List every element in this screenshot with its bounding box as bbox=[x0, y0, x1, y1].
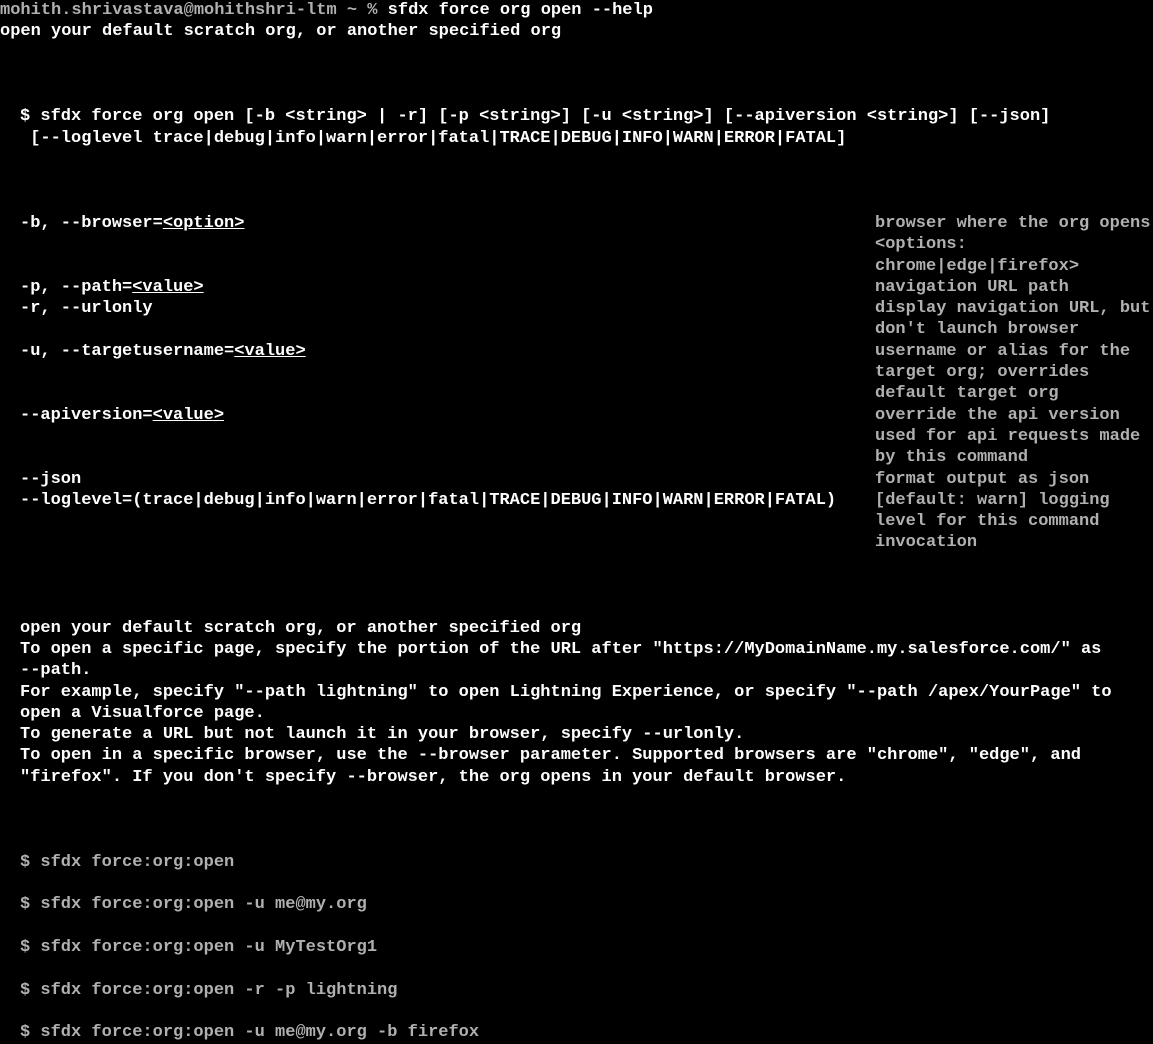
opt-path: -p, --path=<value> navigation URL path bbox=[0, 277, 1153, 298]
blank bbox=[0, 149, 1153, 170]
desc: [default: warn] logging bbox=[875, 490, 1110, 511]
desc: <options: bbox=[875, 234, 967, 255]
opt-loglevel-cont: invocation bbox=[0, 532, 1153, 553]
opt-targetusername-cont: default target org bbox=[0, 383, 1153, 404]
example-line: $ sfdx force:org:open -u me@my.org -b fi… bbox=[0, 1022, 1153, 1043]
desc: used for api requests made bbox=[875, 426, 1140, 447]
blank bbox=[0, 809, 1153, 830]
opt-targetusername: -u, --targetusername=<value> username or… bbox=[0, 341, 1153, 362]
desc-line: --path. bbox=[0, 660, 1153, 681]
desc: by this command bbox=[875, 447, 1028, 468]
blank bbox=[0, 43, 1153, 64]
flag: --apiversion= bbox=[20, 406, 153, 425]
opt-browser: -b, --browser=<option> browser where the… bbox=[0, 213, 1153, 234]
desc-line: open a Visualforce page. bbox=[0, 703, 1153, 724]
desc-line: "firefox". If you don't specify --browse… bbox=[0, 767, 1153, 788]
desc-line: To open a specific page, specify the por… bbox=[0, 639, 1153, 660]
desc: don't launch browser bbox=[875, 319, 1079, 340]
desc-line: For example, specify "--path lightning" … bbox=[0, 682, 1153, 703]
arg: <value> bbox=[153, 406, 224, 425]
opt-browser-cont: chrome|edge|firefox> bbox=[0, 256, 1153, 277]
desc-line: To generate a URL but not launch it in y… bbox=[0, 724, 1153, 745]
blank bbox=[0, 916, 1153, 937]
terminal-output: mohith.shrivastava@mohithshri-ltm ~ % sf… bbox=[0, 0, 1153, 1044]
desc: target org; overrides bbox=[875, 362, 1089, 383]
desc: override the api version bbox=[875, 405, 1120, 426]
typed-command: sfdx force org open --help bbox=[388, 1, 653, 20]
blank bbox=[0, 64, 1153, 85]
example-line: $ sfdx force:org:open -u MyTestOrg1 bbox=[0, 937, 1153, 958]
desc: username or alias for the bbox=[875, 341, 1130, 362]
opt-targetusername-cont: target org; overrides bbox=[0, 362, 1153, 383]
example-line: $ sfdx force:org:open -u me@my.org bbox=[0, 894, 1153, 915]
user-host: mohith.shrivastava@mohithshri-ltm ~ % bbox=[0, 1, 388, 20]
flag: -p, --path= bbox=[20, 278, 132, 297]
arg: <value> bbox=[132, 278, 203, 297]
blank bbox=[0, 575, 1153, 596]
usage-line-2: [--loglevel trace|debug|info|warn|error|… bbox=[0, 128, 1153, 149]
desc: navigation URL path bbox=[875, 277, 1069, 298]
opt-apiversion-cont: by this command bbox=[0, 447, 1153, 468]
desc: browser where the org opens bbox=[875, 213, 1150, 234]
arg: <option> bbox=[163, 214, 245, 233]
blank bbox=[0, 873, 1153, 894]
desc-line: open your default scratch org, or anothe… bbox=[0, 618, 1153, 639]
opt-loglevel-cont: level for this command bbox=[0, 511, 1153, 532]
blank bbox=[0, 788, 1153, 809]
usage-line-1: $ sfdx force org open [-b <string> | -r]… bbox=[0, 106, 1153, 127]
flag: -u, --targetusername= bbox=[20, 342, 234, 361]
blank bbox=[0, 85, 1153, 106]
desc: format output as json bbox=[875, 469, 1089, 490]
opt-apiversion-cont: used for api requests made bbox=[0, 426, 1153, 447]
example-line: $ sfdx force:org:open bbox=[0, 852, 1153, 873]
blank bbox=[0, 554, 1153, 575]
flag: -r, --urlonly bbox=[20, 299, 153, 318]
desc: invocation bbox=[875, 532, 977, 553]
blank bbox=[0, 958, 1153, 979]
summary-line: open your default scratch org, or anothe… bbox=[0, 21, 1153, 42]
prompt-line[interactable]: mohith.shrivastava@mohithshri-ltm ~ % sf… bbox=[0, 0, 1153, 21]
desc: chrome|edge|firefox> bbox=[875, 256, 1079, 277]
blank bbox=[0, 831, 1153, 852]
blank bbox=[0, 596, 1153, 617]
blank bbox=[0, 1001, 1153, 1022]
desc-line: To open in a specific browser, use the -… bbox=[0, 745, 1153, 766]
desc: default target org bbox=[875, 383, 1059, 404]
flag: --json bbox=[20, 470, 81, 489]
flag: --loglevel=(trace|debug|info|warn|error|… bbox=[20, 491, 836, 510]
blank bbox=[0, 192, 1153, 213]
opt-urlonly: -r, --urlonly display navigation URL, bu… bbox=[0, 298, 1153, 319]
flag: -b, --browser= bbox=[20, 214, 163, 233]
opt-browser-cont: <options: bbox=[0, 234, 1153, 255]
desc: level for this command bbox=[875, 511, 1099, 532]
desc: display navigation URL, but bbox=[875, 298, 1150, 319]
opt-apiversion: --apiversion=<value> override the api ve… bbox=[0, 405, 1153, 426]
opt-json: --json format output as json bbox=[0, 469, 1153, 490]
opt-loglevel: --loglevel=(trace|debug|info|warn|error|… bbox=[0, 490, 1153, 511]
example-line: $ sfdx force:org:open -r -p lightning bbox=[0, 980, 1153, 1001]
opt-urlonly-cont: don't launch browser bbox=[0, 319, 1153, 340]
blank bbox=[0, 170, 1153, 191]
arg: <value> bbox=[234, 342, 305, 361]
